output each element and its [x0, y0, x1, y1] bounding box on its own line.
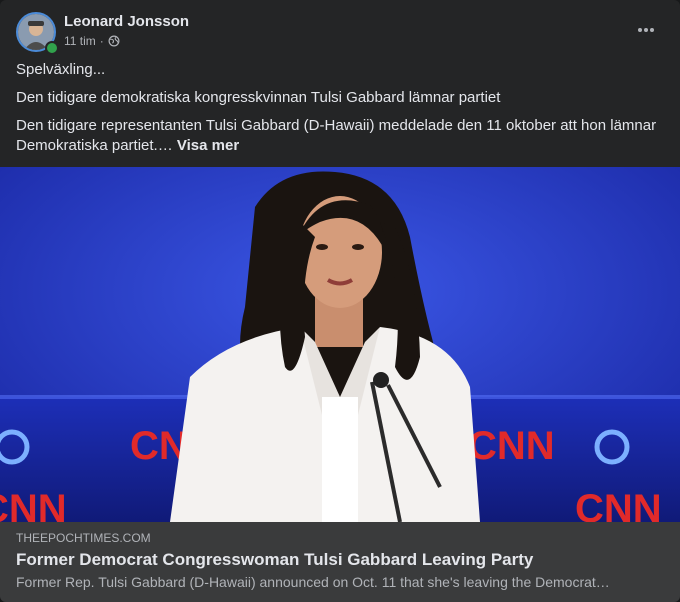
link-domain: THEEPOCHTIMES.COM	[16, 531, 151, 545]
post-header: Leonard Jonsson 11 tim ·	[16, 12, 664, 56]
post-text-line-1: Spelväxling...	[16, 61, 106, 78]
cnn-logo: CNN	[0, 487, 67, 522]
ellipsis-icon	[638, 28, 654, 32]
post-text-line-3: Den tidigare representanten Tulsi Gabbar…	[16, 116, 664, 156]
link-preview-image[interactable]: CNN CNN CNN CNN	[0, 167, 680, 522]
online-status-dot	[45, 41, 59, 55]
debate-stage-photo: CNN CNN CNN CNN	[0, 167, 680, 522]
post-meta: 11 tim ·	[64, 34, 120, 48]
cnn-logo: CNN	[575, 487, 662, 522]
more-options-button[interactable]	[628, 16, 664, 44]
feed-post: Leonard Jonsson 11 tim · Spelväxling... …	[0, 0, 680, 602]
link-description: Former Rep. Tulsi Gabbard (D-Hawaii) ann…	[16, 574, 610, 590]
link-preview-caption[interactable]: THEEPOCHTIMES.COM Former Democrat Congre…	[0, 522, 680, 602]
meta-separator: ·	[99, 34, 104, 48]
cnn-logo: CNN	[468, 424, 555, 468]
author-name[interactable]: Leonard Jonsson	[64, 13, 189, 30]
post-text-body: Den tidigare representanten Tulsi Gabbar…	[16, 117, 657, 154]
globe-icon[interactable]	[108, 35, 120, 47]
post-time[interactable]: 11 tim	[64, 34, 96, 48]
post-text-line-2: Den tidigare demokratiska kongresskvinna…	[16, 89, 501, 106]
see-more-link[interactable]: Visa mer	[177, 137, 239, 154]
link-title[interactable]: Former Democrat Congresswoman Tulsi Gabb…	[16, 550, 533, 570]
